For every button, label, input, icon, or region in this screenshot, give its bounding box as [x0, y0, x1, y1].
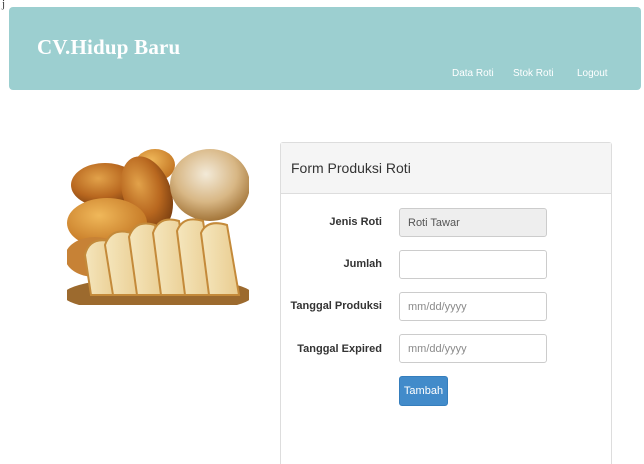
jenis-roti-value: Roti Tawar	[408, 216, 460, 229]
nav-link-logout[interactable]: Logout	[577, 68, 608, 79]
nav-link-data-roti[interactable]: Data Roti	[452, 68, 494, 79]
label-jenis-roti: Jenis Roti	[329, 216, 382, 228]
tanggal-produksi-input[interactable]: mm/dd/yyyy	[399, 292, 547, 321]
tanggal-produksi-placeholder: mm/dd/yyyy	[408, 300, 467, 313]
tanggal-expired-input[interactable]: mm/dd/yyyy	[399, 334, 547, 363]
brand-logo[interactable]: CV.Hidup Baru	[37, 35, 180, 60]
tambah-button[interactable]: Tambah	[399, 376, 448, 406]
panel-heading: Form Produksi Roti	[281, 143, 611, 194]
jenis-roti-field[interactable]: Roti Tawar	[399, 208, 547, 237]
label-tanggal-expired: Tanggal Expired	[297, 343, 382, 355]
bread-illustration	[67, 149, 249, 305]
corner-mark: j	[2, 0, 6, 10]
form-panel: Form Produksi Roti Jenis Roti Roti Tawar…	[280, 142, 612, 464]
tanggal-expired-placeholder: mm/dd/yyyy	[408, 342, 467, 355]
label-jumlah: Jumlah	[343, 258, 382, 270]
nav-link-stok-roti[interactable]: Stok Roti	[513, 68, 554, 79]
jumlah-input[interactable]	[399, 250, 547, 279]
panel-title: Form Produksi Roti	[291, 160, 411, 176]
bread-image	[67, 145, 249, 305]
navbar: CV.Hidup Baru Data Roti Stok Roti Logout	[9, 7, 641, 90]
label-tanggal-produksi: Tanggal Produksi	[290, 300, 382, 312]
